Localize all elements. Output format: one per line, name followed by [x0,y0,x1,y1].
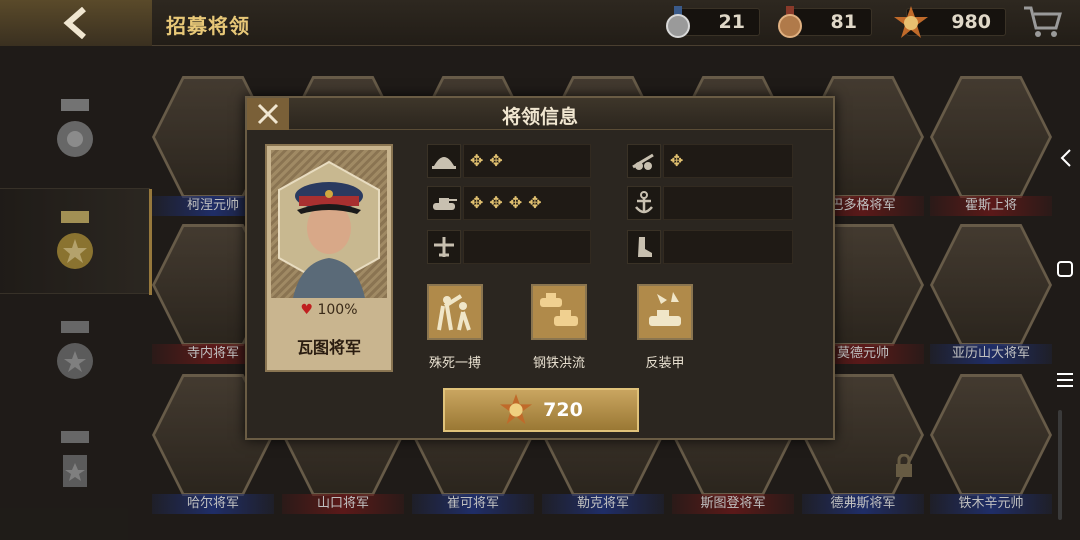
stat-stars: ✥ [663,144,793,178]
soldiers-charge-icon [427,284,483,340]
stat-tank: ✥ ✥ ✥ ✥ [427,186,591,220]
general-name: 山口将军 [282,494,404,514]
infantry-helmet-icon [427,144,461,178]
general-portrait-card: ♥ 100% 瓦图将军 [265,144,393,372]
resource-value: 980 [951,11,991,33]
navy-anchor-icon [627,186,661,220]
skill-label: 殊死一搏 [428,356,481,371]
recruit-price: 720 [543,399,583,421]
sidebar-tab-rank-2[interactable] [0,188,152,295]
top-bar: 招募将领 21 81 980 [0,0,1080,46]
sidebar-tab-rank-1[interactable] [0,76,150,182]
star-icon: ✥ [489,151,503,170]
general-name: 瓦图将军 [296,338,361,357]
nav-menu-icon[interactable] [1056,372,1074,388]
general-name: 崔可将军 [412,494,534,514]
chevron-left-icon [63,7,86,39]
general-name: 斯图登将军 [672,494,794,514]
bronze-medal-icon [778,6,802,38]
sidebar-tab-rank-4[interactable] [0,408,150,514]
general-portrait [271,150,387,298]
stat-artillery: ✥ [627,144,793,178]
close-button[interactable] [247,98,289,130]
rank-badge-icon [57,99,93,157]
nav-back-icon[interactable] [1060,148,1072,168]
star-icon: ✥ [470,193,484,212]
stat-stars [663,230,793,264]
star-icon: ✥ [670,151,684,170]
general-name: 亚历山大将军 [930,344,1052,364]
resource-value: 81 [830,11,857,33]
affinity-value: ♥ 100% [267,302,391,318]
close-icon [257,103,279,125]
stat-navy [627,186,793,220]
star-icon: ✥ [508,193,523,212]
general-name: 铁木辛元帅 [930,494,1052,514]
skill-item[interactable]: 钢铁洪流 [531,284,591,371]
tank-column-icon [531,284,587,340]
star-icon: ✥ [470,151,484,170]
star-icon: ✥ [528,193,542,212]
stat-stars: ✥ ✥ [463,144,591,178]
sidebar [0,46,152,540]
gold-star-medal-icon [500,393,533,425]
silver-medal-icon [666,6,690,38]
resource-value: 21 [718,11,745,33]
rank-badge-icon [61,431,89,487]
skill-label: 钢铁洪流 [532,356,585,371]
rank-badge-icon [57,321,93,379]
skill-item[interactable]: 反装甲 [637,284,697,371]
star-icon: ✥ [489,193,503,212]
recruit-button[interactable]: 720 [443,388,639,432]
stat-air [427,230,591,264]
stat-stars: ✥ ✥ ✥ ✥ [463,186,591,220]
affinity-text: 100% [317,302,358,318]
back-button[interactable] [0,0,152,46]
skill-item[interactable]: 殊死一搏 [427,284,487,371]
anti-tank-icon [637,284,693,340]
general-name: 勒克将军 [542,494,664,514]
gold-star-medal-icon [894,6,928,38]
tank-icon [427,186,461,220]
stat-infantry: ✥ ✥ [427,144,591,178]
heart-icon: ♥ [300,302,314,318]
aircraft-icon [427,230,461,264]
stat-stars [663,186,793,220]
skill-label: 反装甲 [645,356,685,371]
general-info-modal: 将领信息 ♥ 100% 瓦图将军 ✥ ✥ ✥ ✥ ✥ ✥ ✥ 殊死一搏 钢铁洪流… [245,96,835,440]
sidebar-tab-rank-3[interactable] [0,298,150,404]
page-title: 招募将领 [166,14,250,38]
general-card[interactable]: 亚历山大将军 [930,224,1052,364]
stat-logistics [627,230,793,264]
artillery-cannon-icon [627,144,661,178]
general-figure [278,160,380,298]
general-name: 哈尔将军 [152,494,274,514]
system-nav [1050,46,1080,540]
scrollbar[interactable] [1058,410,1062,520]
modal-header: 将领信息 [247,98,833,130]
general-name: 德弗斯将军 [802,494,924,514]
stat-stars [463,230,591,264]
nav-home-icon[interactable] [1056,260,1074,278]
boot-icon [627,230,661,264]
general-card[interactable]: 霍斯上将 [930,76,1052,216]
rank-badge-gold-icon [57,211,93,269]
modal-title: 将领信息 [501,106,578,128]
shop-cart-icon[interactable] [1022,4,1062,40]
general-name: 霍斯上将 [930,196,1052,216]
general-card[interactable]: 铁木辛元帅 [930,374,1052,514]
lock-icon [896,454,912,477]
